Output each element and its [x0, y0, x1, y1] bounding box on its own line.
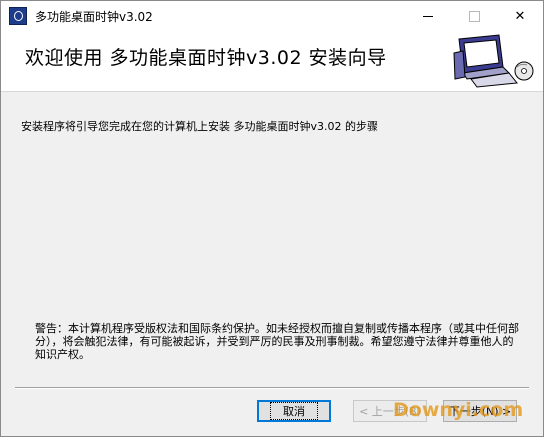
cancel-button-label: 取消	[270, 402, 318, 420]
window-title: 多功能桌面时钟v3.02	[35, 9, 153, 24]
installer-window: 多功能桌面时钟v3.02 ✕ 欢迎使用 多功能桌面时钟v3.02 安装向导 安装…	[0, 0, 544, 437]
minimize-icon	[423, 15, 433, 17]
computer-setup-icon	[453, 34, 534, 88]
close-icon: ✕	[514, 8, 526, 24]
wizard-header: 欢迎使用 多功能桌面时钟v3.02 安装向导	[1, 31, 543, 92]
divider	[15, 387, 529, 389]
watermark-logo: Downyi.com	[393, 399, 524, 421]
maximize-button	[451, 1, 497, 31]
wizard-title: 欢迎使用 多功能桌面时钟v3.02 安装向导	[25, 47, 387, 69]
title-bar[interactable]: 多功能桌面时钟v3.02 ✕	[1, 1, 543, 31]
minimize-button[interactable]	[405, 1, 451, 31]
wizard-content: 安装程序将引导您完成在您的计算机上安装 多功能桌面时钟v3.02 的步骤 警告：…	[1, 92, 543, 382]
copyright-warning: 警告：本计算机程序受版权法和国际条约保护。如未经授权而擅自复制或传播本程序（或其…	[35, 322, 519, 361]
intro-text: 安装程序将引导您完成在您的计算机上安装 多功能桌面时钟v3.02 的步骤	[21, 120, 378, 133]
maximize-icon	[468, 10, 480, 22]
close-button[interactable]: ✕	[497, 1, 543, 31]
cancel-button[interactable]: 取消	[257, 400, 331, 422]
installer-app-icon	[9, 7, 27, 25]
